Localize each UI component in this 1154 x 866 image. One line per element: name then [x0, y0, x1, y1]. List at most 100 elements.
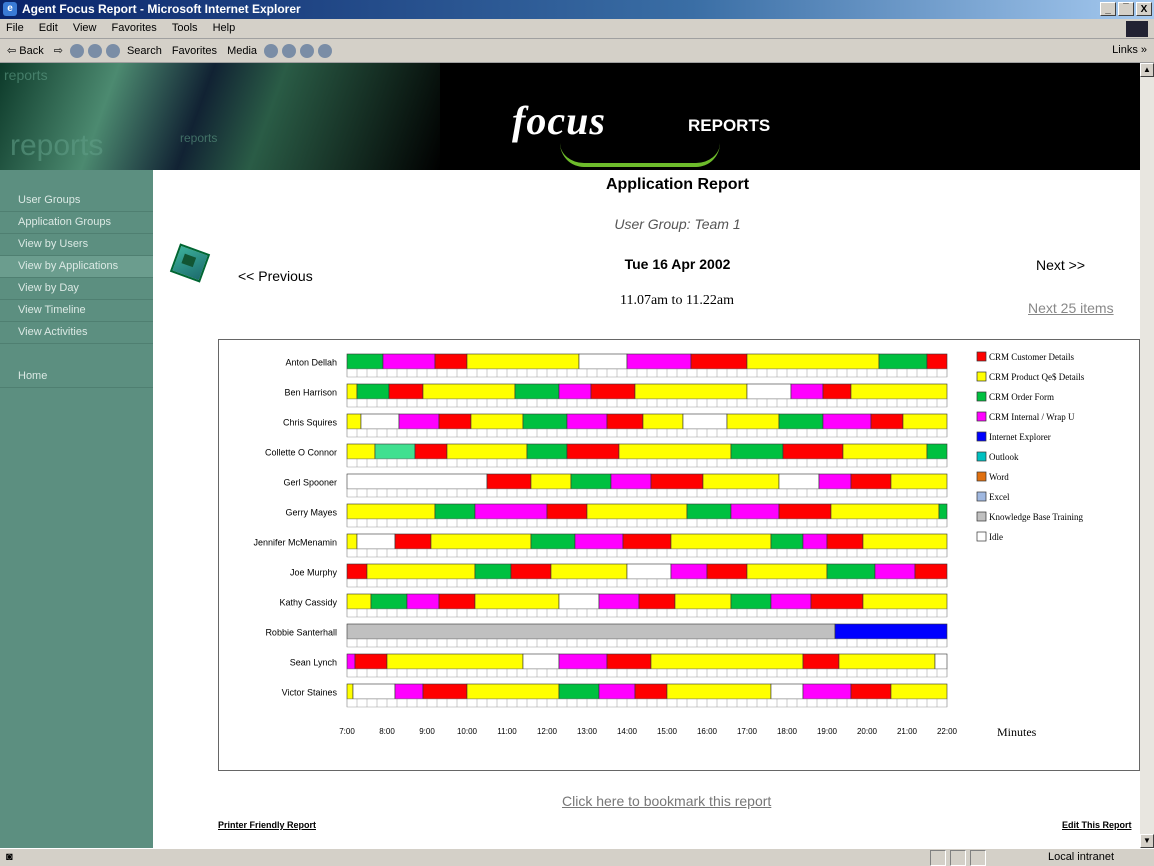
menu-file[interactable]: File	[0, 19, 30, 37]
forward-button[interactable]: ⇨	[51, 43, 66, 58]
x-tick-label: 13:00	[577, 727, 598, 736]
timeline-segment	[702, 473, 780, 490]
timeline-segment	[782, 443, 844, 460]
timeline-segment	[926, 353, 948, 370]
bookmark-link[interactable]: Click here to bookmark this report	[562, 793, 771, 809]
scroll-down-button[interactable]: ▼	[1140, 834, 1154, 848]
history-icon[interactable]	[264, 43, 279, 58]
timeline-segment	[346, 563, 368, 580]
search-button[interactable]: Search	[124, 44, 165, 58]
timeline-segment	[626, 563, 672, 580]
print-icon[interactable]	[300, 43, 315, 58]
timeline-segment	[690, 353, 748, 370]
timeline-segment	[438, 413, 472, 430]
timeline-segment	[670, 533, 772, 550]
legend-label: Excel	[989, 492, 1010, 502]
legend-swatch	[976, 511, 987, 522]
legend-label: CRM Order Form	[989, 392, 1054, 402]
back-button[interactable]: ⇦ Back	[4, 43, 47, 58]
legend-label: CRM Product Qe$ Details	[989, 372, 1085, 382]
timeline-segment	[346, 353, 384, 370]
sidebar-item-view-by-users[interactable]: View by Users	[0, 234, 153, 256]
row-label: Joe Murphy	[290, 568, 338, 578]
timeline-segment	[530, 473, 572, 490]
media-button[interactable]: Media	[224, 44, 260, 58]
row-label: Ben Harrison	[284, 388, 337, 398]
x-tick-label: 18:00	[777, 727, 798, 736]
x-tick-label: 9:00	[419, 727, 435, 736]
timeline-segment	[938, 503, 948, 520]
menu-favorites[interactable]: Favorites	[106, 19, 163, 37]
home-icon[interactable]	[105, 43, 120, 58]
x-tick-label: 8:00	[379, 727, 395, 736]
maximize-button[interactable]: ̅	[1118, 2, 1134, 16]
menu-help[interactable]: Help	[207, 19, 242, 37]
security-zone: Local intranet	[1047, 851, 1114, 863]
legend-label: Word	[989, 472, 1009, 482]
edit-icon[interactable]	[318, 43, 333, 58]
stop-icon[interactable]	[69, 43, 84, 58]
timeline-segment	[434, 503, 476, 520]
sidebar-item-application-groups[interactable]: Application Groups	[0, 212, 153, 234]
scroll-up-button[interactable]: ▲	[1140, 63, 1154, 77]
previous-link[interactable]: << Previous	[238, 268, 313, 284]
timeline-segment	[566, 413, 608, 430]
report-date: Tue 16 Apr 2002	[624, 256, 731, 272]
next-25-items-link[interactable]: Next 25 items	[1028, 300, 1114, 316]
timeline-segment	[394, 533, 432, 550]
timeline-segment	[470, 413, 524, 430]
timeline-segment	[398, 413, 440, 430]
sidebar-item-view-timeline[interactable]: View Timeline	[0, 300, 153, 322]
sidebar-item-home[interactable]: Home	[0, 366, 153, 388]
x-tick-label: 7:00	[339, 727, 355, 736]
legend-swatch	[976, 411, 987, 422]
timeline-segment	[414, 443, 448, 460]
timeline-segment	[778, 503, 832, 520]
report-title: Application Report	[605, 176, 750, 193]
menu-edit[interactable]: Edit	[33, 19, 64, 37]
sidebar: User Groups Application Groups View by U…	[0, 170, 153, 848]
sidebar-item-user-groups[interactable]: User Groups	[0, 190, 153, 212]
edit-report-link[interactable]: Edit This Report	[1062, 820, 1132, 830]
row-label: Gerl Spooner	[283, 478, 337, 488]
timeline-segment	[622, 533, 672, 550]
timeline-segment	[346, 533, 358, 550]
sidebar-item-view-activities[interactable]: View Activities	[0, 322, 153, 344]
timeline-segment	[550, 563, 628, 580]
timeline-segment	[422, 383, 516, 400]
printer-friendly-link[interactable]: Printer Friendly Report	[218, 820, 316, 830]
timeline-segment	[386, 653, 524, 670]
sidebar-item-view-by-applications[interactable]: View by Applications	[0, 256, 153, 278]
timeline-segment	[826, 563, 876, 580]
menu-tools[interactable]: Tools	[166, 19, 204, 37]
close-button[interactable]: X	[1136, 2, 1152, 16]
timeline-segment	[610, 473, 652, 490]
timeline-segment	[360, 413, 400, 430]
minimize-button[interactable]: _	[1100, 2, 1116, 16]
timeline-segment	[770, 533, 804, 550]
page-viewport: reports reports reports focus REPORTS Us…	[0, 63, 1140, 848]
timeline-segment	[438, 593, 476, 610]
timeline-segment	[634, 683, 668, 700]
menu-bar: File Edit View Favorites Tools Help	[0, 19, 1154, 39]
legend-label: Outlook	[989, 452, 1019, 462]
timeline-segment	[670, 563, 708, 580]
cube-icon	[169, 243, 211, 283]
refresh-icon[interactable]	[87, 43, 102, 58]
timeline-segment	[570, 473, 612, 490]
timeline-segment	[878, 353, 928, 370]
focus-banner: reports reports reports focus REPORTS	[0, 63, 1140, 170]
sidebar-item-view-by-day[interactable]: View by Day	[0, 278, 153, 300]
links-button[interactable]: Links »	[1109, 43, 1150, 57]
timeline-segment	[634, 383, 748, 400]
favorites-button[interactable]: Favorites	[169, 44, 220, 58]
mail-icon[interactable]	[282, 43, 297, 58]
vertical-scrollbar[interactable]: ▲ ▼	[1140, 63, 1154, 848]
timeline-segment	[778, 413, 824, 430]
next-link[interactable]: Next >>	[1036, 257, 1085, 273]
window-controls: _ ̅ X	[1100, 2, 1152, 16]
row-label: Jennifer McMenamin	[253, 538, 337, 548]
timeline-segment	[466, 353, 580, 370]
menu-view[interactable]: View	[67, 19, 103, 37]
timeline-segment	[934, 653, 948, 670]
